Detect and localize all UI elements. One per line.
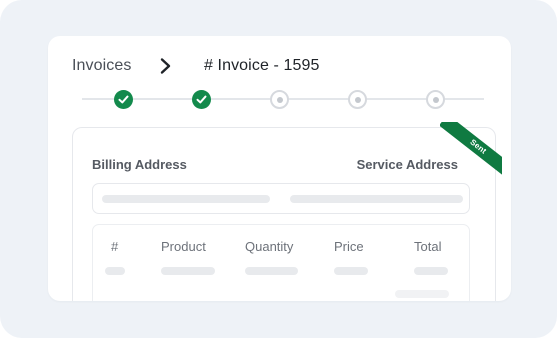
column-header-quantity: Quantity bbox=[245, 239, 294, 254]
row-price-placeholder bbox=[334, 267, 368, 275]
column-header-number: # bbox=[111, 239, 119, 254]
address-field[interactable] bbox=[92, 183, 470, 214]
row-quantity-placeholder bbox=[245, 267, 298, 275]
summary-placeholder bbox=[395, 290, 449, 298]
service-address-label: Service Address bbox=[356, 157, 458, 172]
billing-address-placeholder bbox=[102, 195, 270, 203]
column-header-total: Total bbox=[414, 239, 442, 254]
row-total-placeholder bbox=[414, 267, 448, 275]
invoice-preview-clip: Sent Billing Address Service Address # P… bbox=[48, 36, 511, 301]
row-product-placeholder bbox=[161, 267, 215, 275]
row-number-placeholder bbox=[105, 267, 125, 275]
billing-address-label: Billing Address bbox=[92, 157, 187, 172]
service-address-placeholder bbox=[290, 195, 463, 203]
sent-ribbon: Sent bbox=[440, 122, 502, 182]
column-header-price: Price bbox=[334, 239, 364, 254]
column-header-product: Product bbox=[161, 239, 206, 254]
